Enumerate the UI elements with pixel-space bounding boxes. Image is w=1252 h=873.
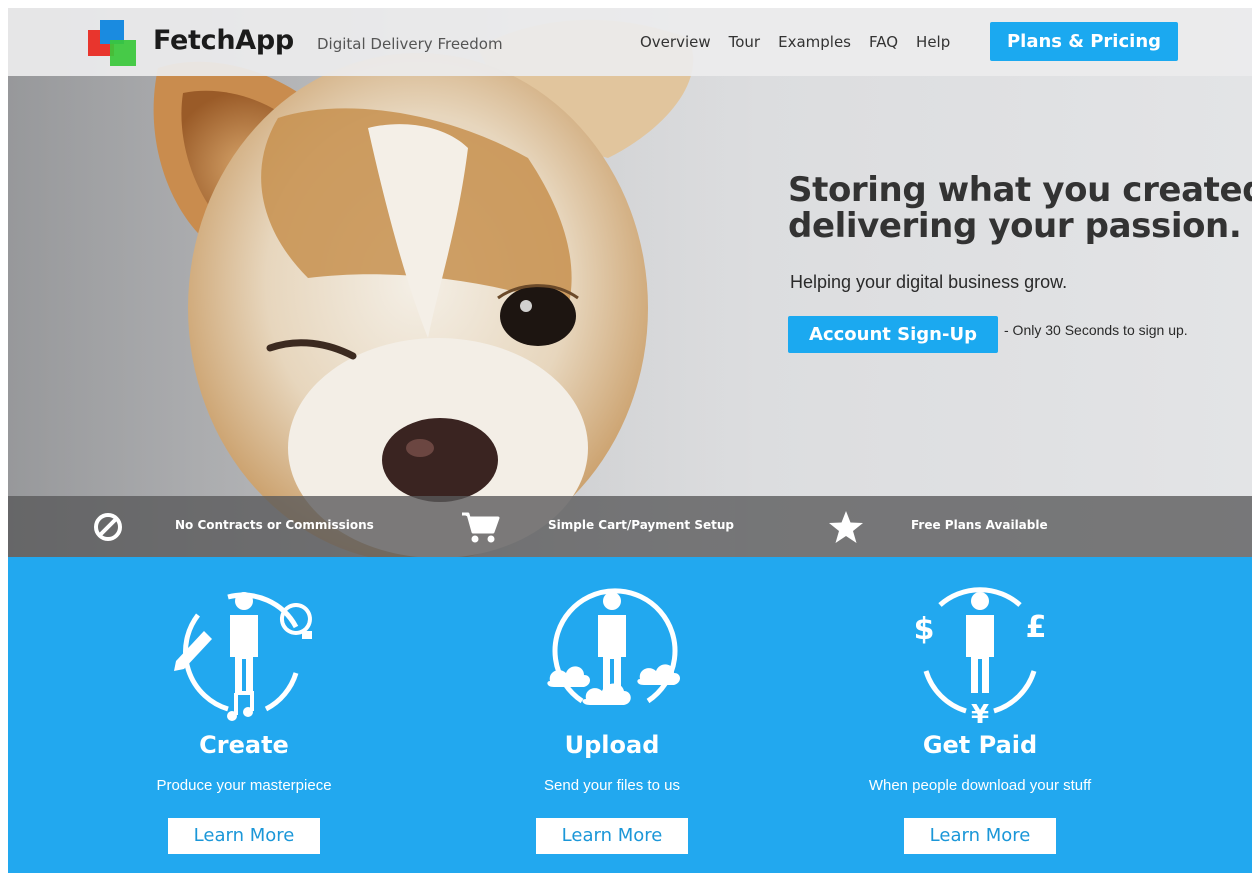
brand-name[interactable]: FetchApp xyxy=(153,25,294,56)
paid-person-icon: $ £ ¥ xyxy=(914,587,1047,725)
main-nav: Overview Tour Examples FAQ Help xyxy=(640,33,968,51)
feature-strip: No Contracts or Commissions Simple Cart/… xyxy=(8,496,1252,557)
hero-title-line-2: delivering your passion. xyxy=(788,206,1242,246)
learn-more-get-paid-button[interactable]: Learn More xyxy=(904,818,1056,854)
step-create: Create Produce your masterpiece Learn Mo… xyxy=(60,557,428,873)
steps-section: Create Produce your masterpiece Learn Mo… xyxy=(8,557,1252,873)
hero-subtitle: Helping your digital business grow. xyxy=(790,272,1068,292)
step-subtitle-create: Produce your masterpiece xyxy=(156,777,332,794)
feature-label-no-contracts: No Contracts or Commissions xyxy=(175,518,374,532)
upload-person-icon xyxy=(547,588,680,705)
account-signup-button[interactable]: Account Sign-Up xyxy=(788,316,998,353)
learn-more-create-button[interactable]: Learn More xyxy=(168,818,320,854)
create-person-icon xyxy=(174,592,312,721)
fetchapp-logo[interactable] xyxy=(88,20,138,66)
hero-title-line-1: Storing what you created, xyxy=(788,170,1252,210)
nav-link-examples[interactable]: Examples xyxy=(778,33,851,51)
step-title-get-paid: Get Paid xyxy=(922,731,1038,759)
nav-link-overview[interactable]: Overview xyxy=(640,33,711,51)
svg-text:¥: ¥ xyxy=(971,700,989,725)
shopping-cart-icon xyxy=(462,512,500,543)
svg-text:£: £ xyxy=(1026,610,1047,645)
step-title-upload: Upload xyxy=(564,731,660,759)
step-get-paid: $ £ ¥ Get Paid When people download your… xyxy=(796,557,1164,873)
logo-green-square xyxy=(110,40,136,66)
svg-text:$: $ xyxy=(914,612,935,647)
step-subtitle-upload: Send your files to us xyxy=(544,777,680,794)
nav-link-faq[interactable]: FAQ xyxy=(869,33,898,51)
brand-tagline: Digital Delivery Freedom xyxy=(317,35,503,53)
feature-label-free-plans: Free Plans Available xyxy=(911,518,1048,532)
no-sign-icon xyxy=(94,513,122,541)
learn-more-upload-button[interactable]: Learn More xyxy=(536,818,688,854)
step-title-create: Create xyxy=(199,731,289,759)
hero-title: Storing what you created, delivering you… xyxy=(788,172,1252,244)
hero-section: FetchApp Digital Delivery Freedom Overvi… xyxy=(8,8,1252,557)
plans-pricing-button[interactable]: Plans & Pricing xyxy=(990,22,1178,61)
site-header: FetchApp Digital Delivery Freedom Overvi… xyxy=(8,8,1252,76)
step-upload: Upload Send your files to us Learn More xyxy=(428,557,796,873)
signup-note: - Only 30 Seconds to sign up. xyxy=(1004,322,1188,338)
nav-link-help[interactable]: Help xyxy=(916,33,950,51)
page: FetchApp Digital Delivery Freedom Overvi… xyxy=(8,8,1252,873)
nav-link-tour[interactable]: Tour xyxy=(729,33,760,51)
step-subtitle-get-paid: When people download your stuff xyxy=(868,777,1092,794)
feature-label-simple-cart: Simple Cart/Payment Setup xyxy=(548,518,734,532)
star-icon xyxy=(829,511,863,543)
